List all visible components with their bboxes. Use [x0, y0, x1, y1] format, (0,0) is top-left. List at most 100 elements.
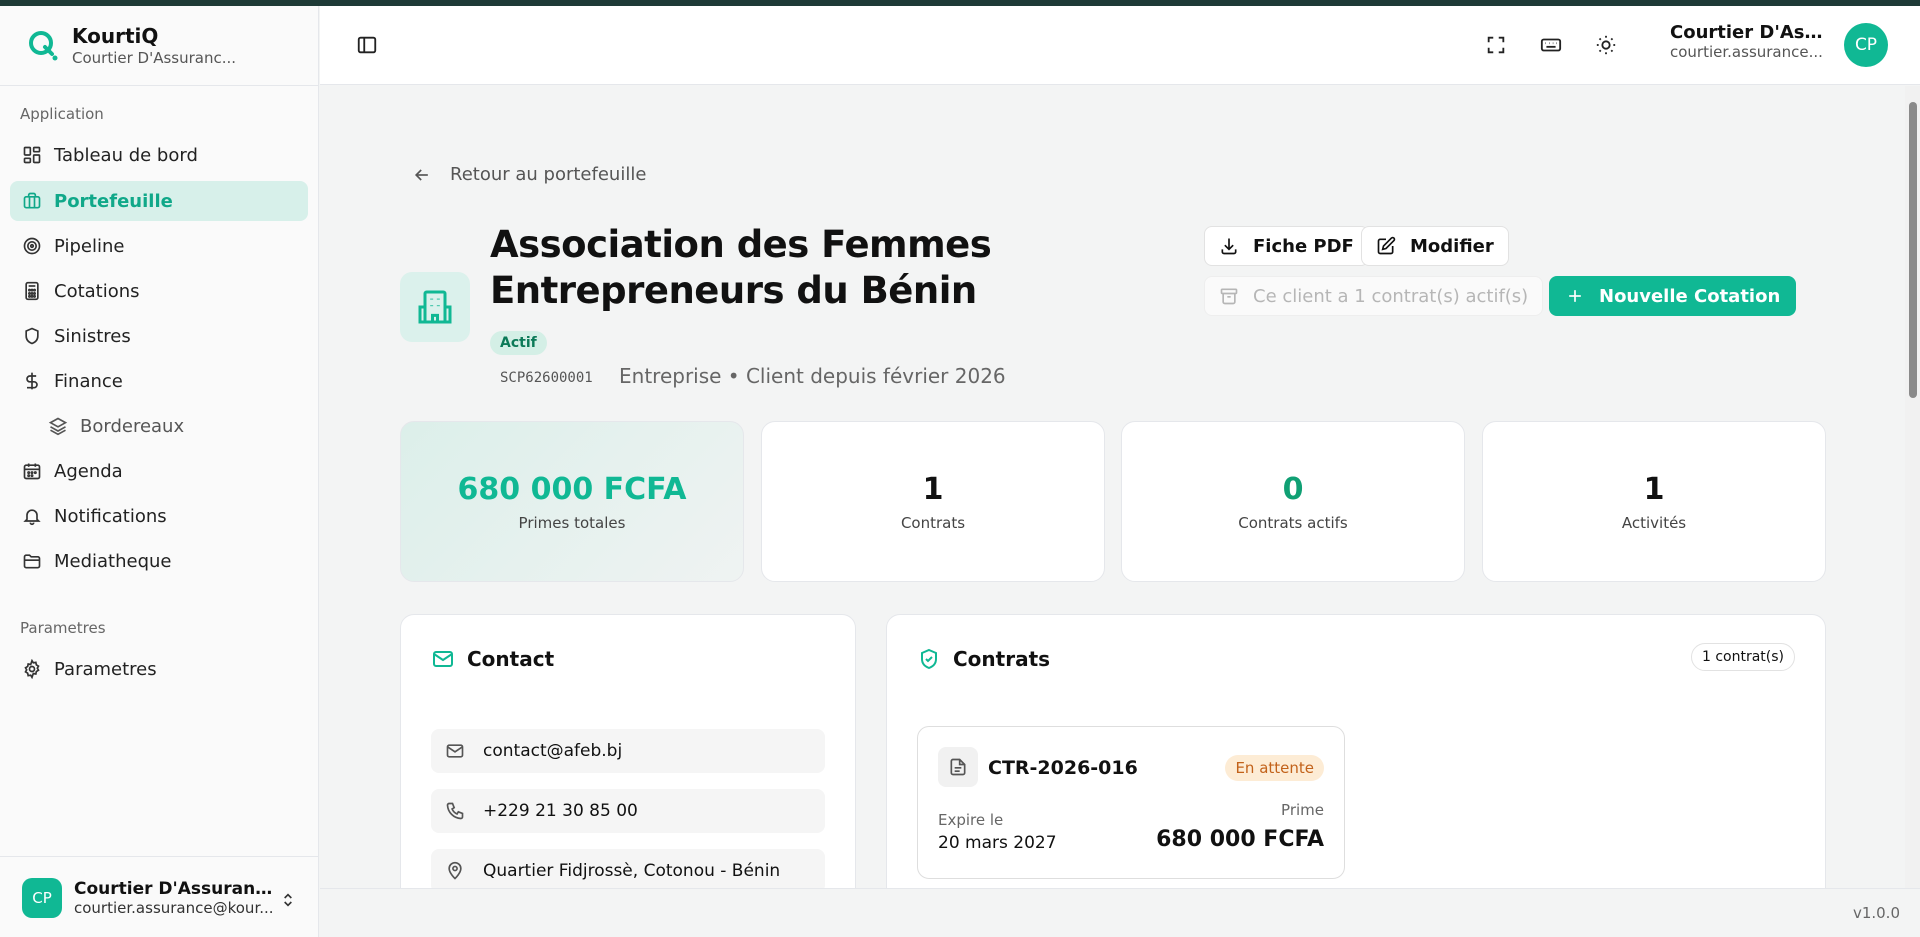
- brand[interactable]: KourtiQ Courtier D'Assuranc...: [28, 24, 242, 68]
- sidebar-item-parametres[interactable]: Parametres: [10, 649, 308, 689]
- stat-value: 680 000 FCFA: [457, 472, 687, 507]
- sidebar-item-label: Parametres: [54, 658, 157, 680]
- sidebar-item-finance[interactable]: Finance: [10, 361, 308, 401]
- client-code: SCP62600001: [500, 370, 593, 386]
- header-avatar[interactable]: CP: [1844, 23, 1888, 67]
- top-header: Courtier D'Assur... courtier.assurance..…: [320, 6, 1920, 85]
- group-label-application: Application: [20, 105, 104, 123]
- sidebar-user-email: courtier.assurance@kour...: [74, 899, 274, 917]
- phone-icon: [446, 802, 464, 820]
- plus-icon: [1569, 290, 1581, 302]
- edit-button[interactable]: Modifier: [1361, 226, 1509, 266]
- bottom-bar: v1.0.0: [320, 888, 1920, 937]
- contract-prime-value: 680 000 FCFA: [1156, 827, 1324, 852]
- stat-label: Contrats: [900, 514, 966, 532]
- scrollbar-thumb[interactable]: [1909, 102, 1917, 398]
- sidebar-item-tableau-de-bord[interactable]: Tableau de bord: [10, 135, 308, 175]
- sidebar: KourtiQ Courtier D'Assuranc... Applicati…: [0, 6, 319, 937]
- contact-card: Contact contact@afeb.bj +229 21 30 85 00…: [400, 614, 856, 914]
- sidebar-item-label: Sinistres: [54, 325, 131, 347]
- status-badge: Actif: [490, 331, 547, 355]
- file-text-icon: [938, 747, 978, 787]
- calendar-icon: [23, 463, 41, 480]
- edit-icon: [1377, 236, 1396, 255]
- contact-address: Quartier Fidjrossè, Cotonou - Bénin: [483, 861, 781, 881]
- stat-card-contrats-actifs: 0 Contrats actifs: [1121, 421, 1465, 582]
- bell-icon: [23, 509, 41, 526]
- layers-icon: [48, 417, 68, 436]
- sidebar-item-notifications[interactable]: Notifications: [10, 496, 308, 536]
- contracts-card: Contrats 1 contrat(s) CTR-2026-016 En at…: [886, 614, 1826, 914]
- header-user-info[interactable]: Courtier D'Assur... courtier.assurance..…: [1670, 22, 1830, 61]
- stat-label: Contrats actifs: [1238, 514, 1348, 532]
- keyboard-icon[interactable]: [1540, 34, 1562, 56]
- contact-address-row[interactable]: Quartier Fidjrossè, Cotonou - Bénin: [431, 849, 825, 893]
- main-scrollbar[interactable]: [1905, 86, 1920, 888]
- arrow-left-icon: [414, 168, 428, 181]
- header-user-name: Courtier D'Assur...: [1670, 22, 1830, 43]
- brand-subtitle: Courtier D'Assuranc...: [72, 49, 237, 67]
- contact-email: contact@afeb.bj: [483, 741, 623, 761]
- sidebar-item-label: Notifications: [54, 505, 167, 527]
- archive-client-button[interactable]: Ce client a 1 contrat(s) actif(s): [1204, 276, 1544, 316]
- sidebar-item-label: Portefeuille: [54, 190, 173, 212]
- group-label-parametres: Parametres: [20, 619, 106, 637]
- new-quote-button[interactable]: Nouvelle Cotation: [1549, 276, 1797, 316]
- contact-phone: +229 21 30 85 00: [483, 801, 638, 821]
- sidebar-toggle-icon[interactable]: [356, 34, 378, 56]
- contact-title-label: Contact: [467, 647, 555, 671]
- sidebar-footer-divider: [0, 856, 319, 857]
- contract-ref: CTR-2026-016: [988, 757, 1138, 779]
- sidebar-item-cotations[interactable]: Cotations: [10, 271, 308, 311]
- kourtiq-logo-icon: [28, 28, 58, 64]
- stat-value: 1: [1643, 472, 1665, 507]
- sidebar-item-pipeline[interactable]: Pipeline: [10, 226, 308, 266]
- sidebar-item-label: Finance: [54, 370, 123, 392]
- briefcase-icon: [23, 192, 41, 209]
- sidebar-user-name: Courtier D'Assurance...: [74, 879, 274, 899]
- fullscreen-icon[interactable]: [1485, 34, 1507, 56]
- shield-check-icon: [921, 648, 937, 670]
- pdf-sheet-button[interactable]: Fiche PDF: [1204, 226, 1369, 266]
- stat-label: Activités: [1621, 514, 1687, 532]
- edit-button-label: Modifier: [1410, 235, 1494, 257]
- folder-icon: [23, 554, 41, 569]
- sidebar-item-bordereaux[interactable]: Bordereaux: [36, 406, 308, 446]
- sidebar-item-label: Tableau de bord: [54, 144, 198, 166]
- back-to-portfolio-link[interactable]: Retour au portefeuille: [412, 164, 646, 185]
- new-quote-button-label: Nouvelle Cotation: [1599, 285, 1781, 307]
- sun-theme-icon[interactable]: [1595, 34, 1617, 56]
- avatar: CP: [22, 878, 62, 918]
- contract-status-badge: En attente: [1225, 755, 1324, 781]
- sidebar-item-agenda[interactable]: Agenda: [10, 451, 308, 491]
- sidebar-user-menu[interactable]: CP Courtier D'Assurance... courtier.assu…: [22, 878, 274, 918]
- mail-icon: [446, 744, 464, 758]
- dashboard-icon: [23, 146, 41, 164]
- pdf-button-label: Fiche PDF: [1253, 235, 1354, 257]
- stat-card-primes: 680 000 FCFA Primes totales: [400, 421, 744, 582]
- sidebar-item-portefeuille[interactable]: Portefeuille: [10, 181, 308, 221]
- sidebar-item-sinistres[interactable]: Sinistres: [10, 316, 308, 356]
- contact-phone-row[interactable]: +229 21 30 85 00: [431, 789, 825, 833]
- page-title: Association des Femmes Entrepreneurs du …: [490, 223, 992, 312]
- chevrons-up-down-icon[interactable]: [280, 892, 296, 908]
- contracts-count-badge: 1 contrat(s): [1690, 643, 1795, 671]
- archive-button-label: Ce client a 1 contrat(s) actif(s): [1253, 285, 1529, 307]
- sidebar-item-label: Agenda: [54, 460, 123, 482]
- contract-card[interactable]: CTR-2026-016 En attente Expire le 20 mar…: [917, 726, 1345, 879]
- sidebar-item-label: Pipeline: [54, 235, 125, 257]
- contracts-title-label: Contrats: [953, 647, 1051, 671]
- contracts-card-title: Contrats: [917, 647, 1050, 671]
- stat-card-activites: 1 Activités: [1482, 421, 1826, 582]
- contact-email-row[interactable]: contact@afeb.bj: [431, 729, 825, 773]
- contact-card-title: Contact: [431, 647, 554, 671]
- back-link-label: Retour au portefeuille: [450, 164, 647, 185]
- download-icon: [1221, 238, 1237, 255]
- stat-value: 1: [922, 472, 944, 507]
- gear-icon: [24, 659, 40, 679]
- contract-expiry-date: 20 mars 2027: [938, 833, 1057, 853]
- calculator-icon: [25, 281, 39, 301]
- shield-icon: [25, 327, 39, 345]
- sidebar-item-mediatheque[interactable]: Mediatheque: [10, 541, 308, 581]
- stat-value: 0: [1282, 472, 1304, 507]
